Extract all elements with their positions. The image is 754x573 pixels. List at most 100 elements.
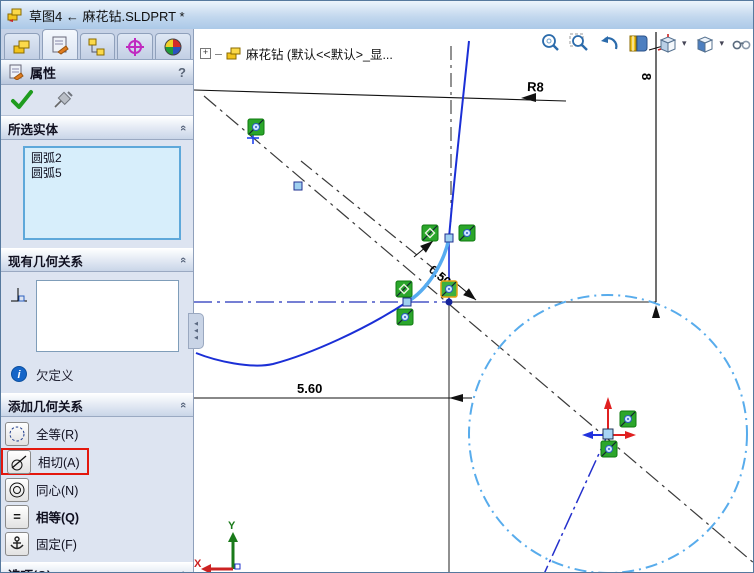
panel-splitter-handle[interactable]: ◀◀◀ <box>188 313 204 349</box>
relation-concentric-row[interactable]: 同心(N) <box>1 476 193 503</box>
keep-visible-pin-button[interactable] <box>52 90 74 110</box>
z-axis-marker <box>235 564 240 569</box>
center-point[interactable] <box>446 299 453 306</box>
info-icon: i <box>11 366 27 382</box>
part-node-label[interactable]: 麻花钻 (默认<<默认>_显... <box>246 44 393 63</box>
fix-button[interactable] <box>5 532 29 556</box>
radius-dimension-arrow <box>521 93 536 102</box>
flute-arc-lower[interactable] <box>196 302 407 366</box>
display-style-dropdown-icon[interactable]: ▾ <box>719 38 724 49</box>
sketch-axes-triad: Y X <box>194 520 240 573</box>
zoom-fit-icon[interactable] <box>540 33 561 54</box>
collapse-chevron-icon[interactable]: « <box>177 125 189 131</box>
relation-label: 相等(Q) <box>36 507 79 526</box>
existing-relations-header[interactable]: 现有几何关系 « <box>1 248 193 272</box>
panel-tab-strip <box>1 29 193 60</box>
coincident-relation-icon[interactable] <box>620 411 636 427</box>
property-manager-panel: 属性 ? 所选实体 « 圆弧2 圆弧5 现有几何关系 « <box>1 29 194 572</box>
configuration-tree-icon <box>87 37 107 57</box>
tree-branch-line: – <box>215 47 222 61</box>
display-style-icon[interactable] <box>694 33 715 54</box>
existing-relations-listbox[interactable] <box>36 280 179 352</box>
add-relations-title: 添加几何关系 <box>8 396 83 415</box>
ok-button[interactable] <box>10 88 34 112</box>
view-orientation-dropdown-icon[interactable]: ▾ <box>682 38 687 49</box>
options-header[interactable]: 选项(O) « <box>1 562 193 573</box>
sketch-canvas[interactable]: 8 R8 5.60 0.50 <box>194 29 754 573</box>
panel-title: 属性 <box>30 63 56 82</box>
solidworks-window: 草图4 ← 麻花钻.SLDPRT * <box>0 0 754 573</box>
equal-icon: = <box>8 508 26 526</box>
selected-entity-item[interactable]: 圆弧5 <box>25 166 179 181</box>
add-relations-list: 全等(R) 相切(A) 同心(N) <box>1 417 193 557</box>
properties-icon <box>8 64 24 80</box>
blue-construction-line[interactable] <box>544 434 608 573</box>
graphics-area[interactable]: + – 麻花钻 (默认<<默认>_显... <box>194 29 754 573</box>
section-view-icon[interactable] <box>628 33 649 54</box>
equal-button[interactable]: = <box>5 505 29 529</box>
selected-entities-header[interactable]: 所选实体 « <box>1 116 193 140</box>
sketch-point[interactable] <box>403 298 411 306</box>
coincident-relation-icon[interactable] <box>459 225 475 241</box>
part-node-icon <box>226 47 242 61</box>
flute-arc-upper[interactable] <box>449 41 469 238</box>
propertymanager-actions <box>1 85 193 116</box>
title-bar: 草图4 ← 麻花钻.SLDPRT * <box>1 1 753 30</box>
featuremanager-tab[interactable] <box>4 33 40 59</box>
collapse-chevron-icon[interactable]: « <box>177 402 189 408</box>
zoom-to-area-icon[interactable] <box>569 33 590 54</box>
heads-up-toolbar: ▾ ▾ <box>540 33 752 54</box>
relation-label: 同心(N) <box>36 480 78 499</box>
radius-dimension-leader[interactable] <box>194 90 566 101</box>
tangent-button[interactable] <box>7 450 31 474</box>
dimxpert-tab[interactable] <box>117 33 153 59</box>
length-dimension-text[interactable]: 5.60 <box>297 381 322 396</box>
collapse-chevron-icon[interactable]: « <box>177 257 189 263</box>
propertymanager-tab[interactable] <box>42 29 78 59</box>
coincident-relation-icon[interactable] <box>248 119 264 135</box>
coincident-relation-icon[interactable] <box>601 441 617 457</box>
relation-coradial-row[interactable]: 全等(R) <box>1 420 193 447</box>
diagonal-centerline[interactable] <box>204 96 754 564</box>
sketch-status-row: i 欠定义 <box>1 352 193 387</box>
concentric-button[interactable] <box>5 478 29 502</box>
selected-entities-listbox[interactable]: 圆弧2 圆弧5 <box>23 146 181 240</box>
offset-dimension-arrow-2 <box>463 288 479 303</box>
tree-expand-icon[interactable]: + <box>200 48 211 59</box>
configuration-tab[interactable] <box>80 33 116 59</box>
view-orientation-icon[interactable] <box>657 33 678 54</box>
window-title: 草图4 ← 麻花钻.SLDPRT * <box>29 6 185 25</box>
offset-construction-line[interactable] <box>301 161 444 277</box>
previous-view-icon[interactable] <box>598 33 620 54</box>
sketch-point[interactable] <box>445 234 453 242</box>
coradial-button[interactable] <box>5 422 29 446</box>
svg-text:=: = <box>13 509 21 524</box>
coincident-relation-icon-selected[interactable] <box>441 281 457 297</box>
relation-fix-row[interactable]: 固定(F) <box>1 530 193 557</box>
relation-equal-row[interactable]: = 相等(Q) <box>1 503 193 530</box>
status-text: 欠定义 <box>36 365 74 384</box>
anchor-icon <box>8 535 26 553</box>
options-title: 选项(O) <box>8 565 51 573</box>
appearance-tab[interactable] <box>155 33 191 59</box>
propertymanager-icon <box>50 35 70 55</box>
relation-label: 固定(F) <box>36 534 77 553</box>
relation-label: 相切(A) <box>38 452 80 471</box>
height-dimension-text[interactable]: 8 <box>639 73 654 80</box>
selected-entity-item[interactable]: 圆弧2 <box>25 151 179 166</box>
perpendicular-symbol-holder <box>1 280 36 306</box>
help-button[interactable]: ? <box>178 65 186 80</box>
sketch-point[interactable] <box>294 182 302 190</box>
coincident-relation-icon[interactable] <box>397 309 413 325</box>
relation-tangent-row[interactable]: 相切(A) <box>1 448 89 475</box>
tangent-relation-icon[interactable] <box>422 225 438 241</box>
radius-dimension-text[interactable]: R8 <box>527 79 544 95</box>
existing-relations-title: 现有几何关系 <box>8 251 83 270</box>
y-axis-label: Y <box>228 520 236 532</box>
perpendicular-icon <box>8 284 30 306</box>
hide-show-items-icon[interactable] <box>732 35 752 53</box>
add-relations-header[interactable]: 添加几何关系 « <box>1 393 193 417</box>
height-dimension-arrow <box>652 305 660 318</box>
tangent-relation-icon[interactable] <box>396 281 412 297</box>
concentric-icon <box>8 481 26 499</box>
